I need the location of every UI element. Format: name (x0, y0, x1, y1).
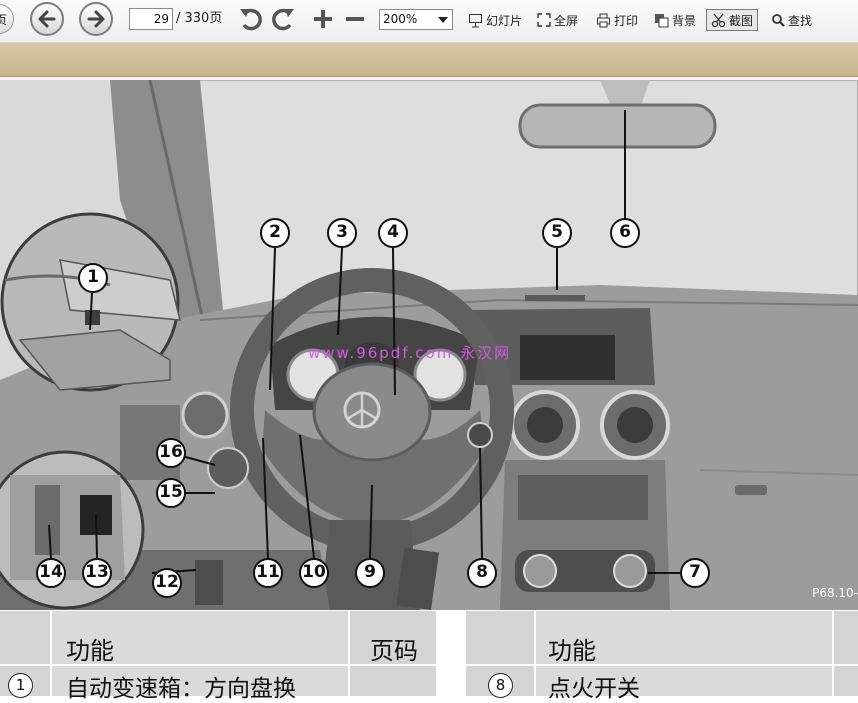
watermark: www.96pdf.com 永汉网 (308, 344, 512, 362)
background-button[interactable]: 背景 (654, 8, 696, 32)
scissors-icon (711, 13, 726, 27)
minus-icon (346, 17, 364, 21)
zoom-value: 200% (383, 12, 418, 26)
chevron-down-icon (438, 17, 448, 23)
left-table-row-number: 1 (8, 673, 33, 698)
callout-10: 10 (299, 558, 329, 588)
page-number-input[interactable]: 29 (129, 8, 173, 30)
search-icon (772, 14, 785, 27)
screenshot-button[interactable]: 截图 (706, 9, 759, 31)
zoom-in-button[interactable] (308, 4, 338, 34)
callout-11: 11 (253, 558, 283, 588)
right-table-divider (466, 664, 858, 666)
callout-6: 6 (610, 218, 640, 248)
page-total: / 330页 (176, 11, 223, 26)
left-table-row-function: 自动变速箱：方向盘换 (66, 676, 296, 702)
pdf-toolbar: 页 29 / 330页 200% 幻灯片 全屏 打印 背景 截图 查找 (0, 0, 858, 43)
rotate-right-icon (272, 8, 294, 31)
callout-7: 7 (680, 558, 710, 588)
find-label: 查找 (788, 13, 813, 28)
zoom-out-button[interactable] (340, 4, 370, 34)
rotate-left-icon (240, 8, 262, 31)
left-table-header-function: 功能 (66, 637, 114, 665)
fullscreen-label: 全屏 (554, 13, 579, 28)
right-table-page-column (834, 611, 858, 696)
right-table-row-number: 8 (488, 673, 513, 698)
rotate-left-button[interactable] (236, 4, 266, 34)
find-button[interactable]: 查找 (771, 8, 812, 32)
plus-icon (314, 10, 332, 28)
callout-8: 8 (467, 558, 497, 588)
forward-button[interactable] (79, 2, 113, 36)
back-button[interactable] (30, 2, 64, 36)
slideshow-label: 幻灯片 (486, 13, 523, 28)
slideshow-button[interactable]: 幻灯片 (468, 8, 522, 32)
callout-2: 2 (260, 218, 290, 248)
print-button[interactable]: 打印 (596, 8, 638, 32)
screenshot-label: 截图 (729, 13, 754, 28)
fullscreen-icon (537, 13, 551, 27)
rotate-right-button[interactable] (268, 4, 298, 34)
cockpit-illustration: www.96pdf.com 永汉网 1 2 3 4 5 6 7 8 9 10 1… (0, 80, 858, 610)
print-label: 打印 (614, 13, 639, 28)
zoom-select[interactable]: 200% (379, 9, 453, 30)
arrow-left-icon (38, 10, 56, 28)
callout-1: 1 (78, 263, 108, 293)
arrow-right-icon (87, 10, 105, 28)
callout-3: 3 (327, 218, 357, 248)
callout-16: 16 (156, 438, 186, 468)
callout-12: 12 (152, 568, 182, 598)
background-icon (655, 13, 669, 27)
callout-4: 4 (378, 218, 408, 248)
right-table-row-function: 点火开关 (548, 676, 640, 702)
document-header-band (0, 43, 858, 77)
callout-13: 13 (82, 558, 112, 588)
background-label: 背景 (672, 13, 697, 28)
callout-9: 9 (355, 558, 385, 588)
callout-14: 14 (36, 558, 66, 588)
printer-icon (597, 13, 610, 27)
left-table-header-page: 页码 (370, 637, 418, 665)
callout-5: 5 (542, 218, 572, 248)
figure-id: P68.10- (812, 586, 858, 600)
projector-icon (469, 13, 482, 27)
page-mode-button[interactable]: 页 (0, 4, 14, 34)
callout-15: 15 (156, 478, 186, 508)
page-mode-label: 页 (0, 13, 7, 27)
right-table-header-function: 功能 (548, 637, 596, 665)
fullscreen-button[interactable]: 全屏 (537, 8, 578, 32)
